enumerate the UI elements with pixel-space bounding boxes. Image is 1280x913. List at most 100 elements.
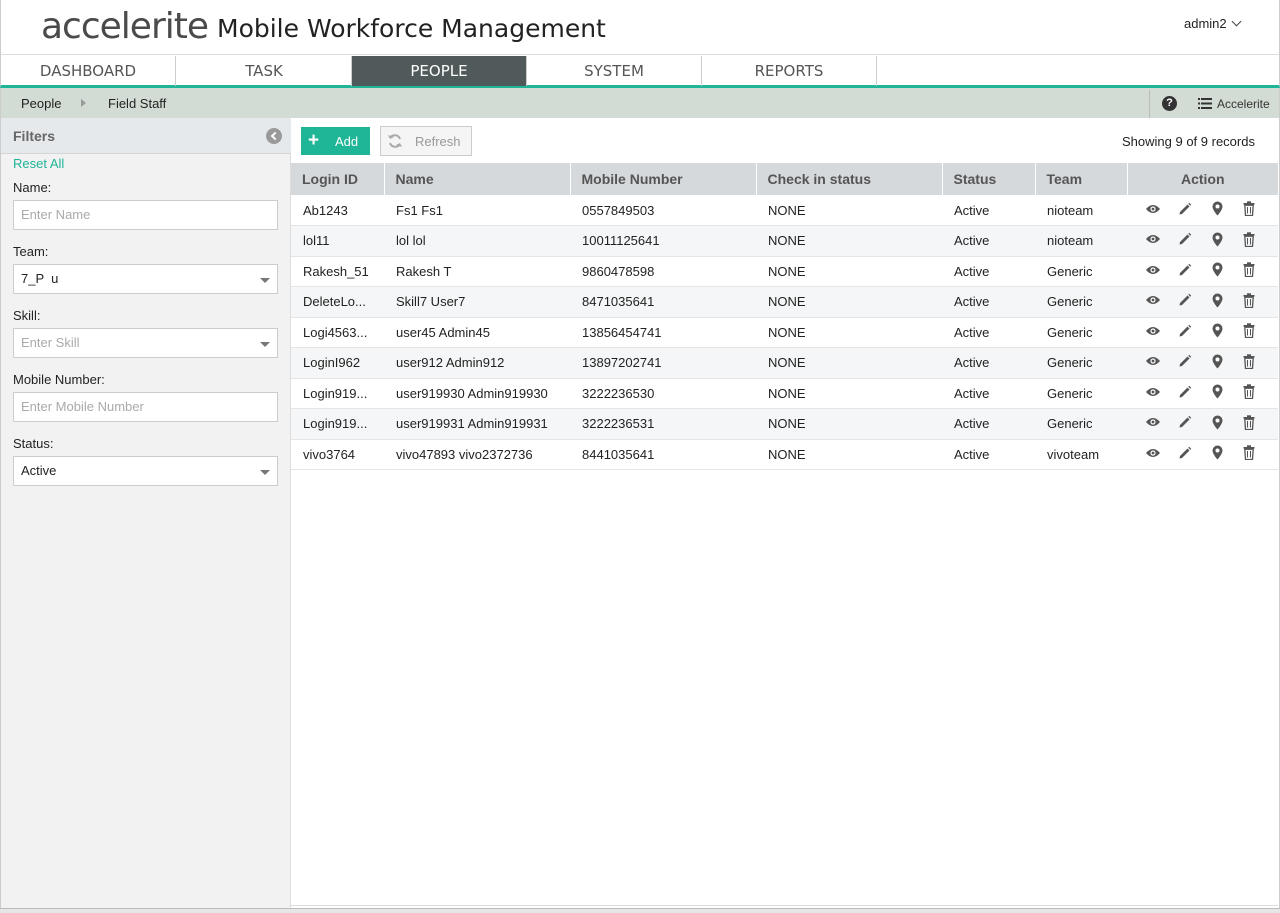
pencil-icon[interactable] <box>1169 446 1201 463</box>
cell-status: Active <box>954 416 990 432</box>
eye-icon[interactable] <box>1137 203 1169 218</box>
map-pin-icon[interactable] <box>1201 384 1233 402</box>
trash-icon[interactable] <box>1233 232 1265 250</box>
cell-team: vivoteam <box>1047 446 1100 462</box>
skill-select[interactable]: Enter Skill <box>13 328 278 358</box>
table-row[interactable]: Login919... user919931 Admin919931 32222… <box>291 408 1278 439</box>
tab-task[interactable]: TASK <box>177 56 352 86</box>
map-pin-icon[interactable] <box>1201 201 1233 219</box>
trash-icon[interactable] <box>1233 262 1265 280</box>
table-row[interactable]: Login919... user919930 Admin919930 32222… <box>291 378 1278 409</box>
cell-name: vivo47893 vivo2372736 <box>396 446 533 462</box>
list-icon <box>1198 98 1212 110</box>
cell-team: nioteam <box>1047 202 1094 218</box>
map-pin-icon[interactable] <box>1201 232 1233 250</box>
map-pin-icon[interactable] <box>1201 262 1233 280</box>
trash-icon[interactable] <box>1233 201 1265 219</box>
column-header-mobile-number[interactable]: Mobile Number <box>570 163 757 195</box>
tab-people[interactable]: PEOPLE <box>352 56 527 86</box>
map-pin-icon[interactable] <box>1201 445 1233 463</box>
eye-icon[interactable] <box>1137 355 1169 370</box>
cell-mobile-number: 8441035641 <box>582 446 655 462</box>
cell-actions <box>1127 439 1278 470</box>
eye-icon[interactable] <box>1137 386 1169 401</box>
table-row[interactable]: LoginI962 user912 Admin912 13897202741 N… <box>291 347 1278 378</box>
breadcrumb-field-staff[interactable]: Field Staff <box>108 96 166 111</box>
pencil-icon[interactable] <box>1169 232 1201 249</box>
cell-actions <box>1127 226 1278 257</box>
status-select-value: Active <box>21 463 57 478</box>
table-header-row: Login ID Name Mobile Number Check in sta… <box>291 163 1278 195</box>
eye-icon[interactable] <box>1137 294 1169 309</box>
eye-icon[interactable] <box>1137 447 1169 462</box>
table-row[interactable]: vivo3764 vivo47893 vivo2372736 844103564… <box>291 439 1278 470</box>
pencil-icon[interactable] <box>1169 263 1201 280</box>
user-name: admin2 <box>1184 16 1227 31</box>
trash-icon[interactable] <box>1233 384 1265 402</box>
status-select[interactable]: Active <box>13 456 278 486</box>
column-header-action: Action <box>1180 171 1225 187</box>
table-row[interactable]: lol11 lol lol 10011125641 NONE Active ni… <box>291 225 1278 257</box>
cell-mobile-number: 0557849503 <box>582 202 655 218</box>
column-header-login-id[interactable]: Login ID <box>291 163 385 195</box>
tenant-menu[interactable]: Accelerite <box>1198 97 1270 111</box>
mobile-label: Mobile Number: <box>13 372 105 387</box>
pencil-icon[interactable] <box>1169 415 1201 432</box>
trash-icon[interactable] <box>1233 354 1265 372</box>
plus-icon: + <box>308 130 320 151</box>
mobile-input[interactable]: Enter Mobile Number <box>13 392 278 422</box>
eye-icon[interactable] <box>1137 416 1169 431</box>
trash-icon[interactable] <box>1233 445 1265 463</box>
question-circle-icon[interactable]: ? <box>1162 96 1177 111</box>
pencil-icon[interactable] <box>1169 293 1201 310</box>
refresh-button[interactable]: Refresh <box>380 126 472 156</box>
map-pin-icon[interactable] <box>1201 293 1233 311</box>
tab-dashboard[interactable]: DASHBOARD <box>1 56 176 86</box>
cell-team: Generic <box>1047 294 1093 310</box>
trash-icon[interactable] <box>1233 293 1265 311</box>
user-menu[interactable]: admin2 <box>1184 16 1242 31</box>
map-pin-icon[interactable] <box>1201 354 1233 372</box>
eye-icon[interactable] <box>1137 325 1169 340</box>
cell-team: Generic <box>1047 263 1093 279</box>
reset-all-link[interactable]: Reset All <box>13 156 64 171</box>
people-table: Login ID Name Mobile Number Check in sta… <box>291 163 1278 470</box>
cell-login-id: Logi4563... <box>303 324 368 340</box>
table-row[interactable]: DeleteLo... Skill7 User7 8471035641 NONE… <box>291 286 1278 317</box>
cell-mobile-number: 8471035641 <box>582 294 655 310</box>
cell-status: Active <box>954 324 990 340</box>
pencil-icon[interactable] <box>1169 202 1201 219</box>
cell-check-in-status: NONE <box>768 294 806 310</box>
pencil-icon[interactable] <box>1169 354 1201 371</box>
name-input[interactable]: Enter Name <box>13 200 278 230</box>
tab-system[interactable]: SYSTEM <box>527 56 702 86</box>
cell-name: user912 Admin912 <box>396 355 505 371</box>
cell-check-in-status: NONE <box>768 446 806 462</box>
table-row[interactable]: Logi4563... user45 Admin45 13856454741 N… <box>291 317 1278 348</box>
breadcrumb-people[interactable]: People <box>21 96 61 111</box>
trash-icon[interactable] <box>1233 323 1265 341</box>
collapse-left-icon[interactable] <box>266 128 282 144</box>
chevron-down-icon <box>1231 16 1242 27</box>
skill-label: Skill: <box>13 308 41 323</box>
tab-reports[interactable]: REPORTS <box>702 56 877 86</box>
column-header-check-in-status[interactable]: Check in status <box>756 163 943 195</box>
cell-status: Active <box>954 385 990 401</box>
refresh-icon <box>388 134 402 148</box>
cell-login-id: lol11 <box>303 233 330 249</box>
table-row[interactable]: Ab1243 Fs1 Fs1 0557849503 NONE Active ni… <box>291 195 1278 226</box>
team-select[interactable]: 7_P u <box>13 264 278 294</box>
pencil-icon[interactable] <box>1169 385 1201 402</box>
table-row[interactable]: Rakesh_51 Rakesh T 9860478598 NONE Activ… <box>291 256 1278 287</box>
eye-icon[interactable] <box>1137 264 1169 279</box>
map-pin-icon[interactable] <box>1201 415 1233 433</box>
column-header-name[interactable]: Name <box>384 163 571 195</box>
column-header-status[interactable]: Status <box>942 163 1036 195</box>
breadcrumb-arrow-icon <box>81 99 86 107</box>
column-header-team[interactable]: Team <box>1035 163 1128 195</box>
eye-icon[interactable] <box>1137 233 1169 248</box>
map-pin-icon[interactable] <box>1201 323 1233 341</box>
trash-icon[interactable] <box>1233 415 1265 433</box>
add-button[interactable]: + Add <box>301 127 370 155</box>
pencil-icon[interactable] <box>1169 324 1201 341</box>
